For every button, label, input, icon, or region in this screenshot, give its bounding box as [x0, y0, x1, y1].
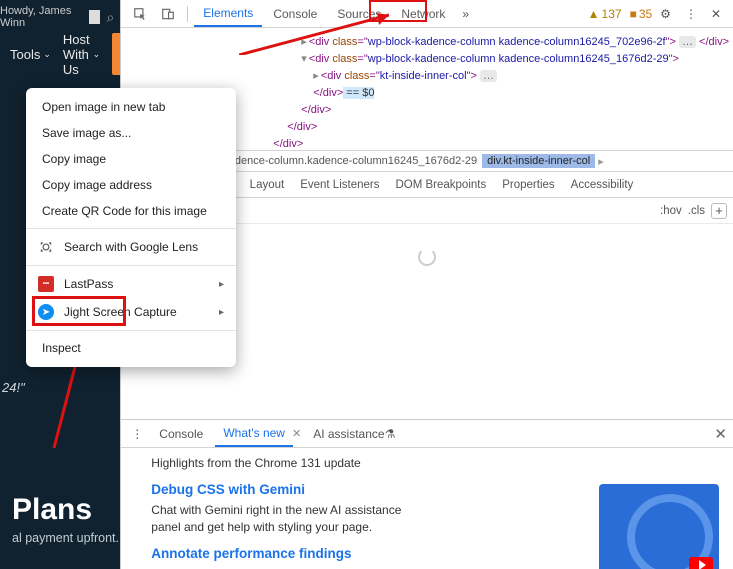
menu-separator — [26, 228, 236, 229]
drawer-body: Highlights from the Chrome 131 update De… — [121, 448, 733, 569]
quote-text: 24!" — [2, 380, 25, 395]
tab-network[interactable]: Network — [392, 0, 454, 27]
menu-google-lens[interactable]: Search with Google Lens — [26, 233, 236, 261]
flask-icon: ⚗ — [385, 427, 396, 441]
nav-tools[interactable]: Tools⌄ — [10, 47, 51, 62]
devtools-drawer: ⋮ Console What's new ✕ AI assistance ⚗ ✕… — [121, 419, 733, 569]
avatar-icon[interactable] — [89, 10, 101, 24]
close-drawer-icon[interactable]: ✕ — [714, 425, 727, 443]
ellipsis-icon[interactable]: … — [679, 36, 696, 48]
drawer-tab-ai-assistance[interactable]: AI assistance ⚗ — [305, 420, 403, 447]
howdy-text: Howdy, James Winn — [0, 5, 83, 29]
jight-icon: ➤ — [38, 304, 54, 320]
new-style-rule-button[interactable]: + — [711, 203, 727, 219]
device-toolbar-icon[interactable] — [155, 0, 181, 27]
menu-separator — [26, 330, 236, 331]
whats-new-p1: Chat with Gemini right in the new AI ass… — [151, 502, 411, 536]
divider — [187, 6, 188, 22]
subtab-layout[interactable]: Layout — [242, 172, 293, 197]
menu-lastpass[interactable]: ••• LastPass ▸ — [26, 270, 236, 298]
subtab-event-listeners[interactable]: Event Listeners — [292, 172, 387, 197]
expand-icon[interactable]: ▸ — [301, 36, 307, 48]
menu-save-image-as[interactable]: Save image as... — [26, 120, 236, 146]
nav-host-with-us[interactable]: Host With Us⌄ — [63, 32, 100, 77]
tab-console[interactable]: Console — [264, 0, 326, 27]
menu-copy-image-address[interactable]: Copy image address — [26, 172, 236, 198]
warnings-badge[interactable]: ▲ 137 — [588, 7, 622, 21]
ellipsis-icon[interactable]: … — [480, 70, 497, 82]
menu-create-qr[interactable]: Create QR Code for this image — [26, 198, 236, 224]
promo-thumbnail[interactable] — [599, 484, 719, 569]
tab-elements[interactable]: Elements — [194, 0, 262, 27]
plans-section: Plans al payment upfront. — [12, 493, 119, 545]
subtab-dom-breakpoints[interactable]: DOM Breakpoints — [387, 172, 494, 197]
subtab-accessibility[interactable]: Accessibility — [563, 172, 642, 197]
collapse-icon[interactable]: ▾ — [301, 53, 307, 65]
whats-new-highlight: Highlights from the Chrome 131 update — [151, 456, 703, 470]
drawer-tab-console[interactable]: Console — [151, 420, 211, 447]
cls-toggle[interactable]: .cls — [688, 205, 705, 217]
more-options-icon[interactable]: ⋮ — [679, 0, 703, 27]
context-menu: Open image in new tab Save image as... C… — [26, 88, 236, 367]
plans-heading: Plans — [12, 493, 119, 527]
menu-open-image-new-tab[interactable]: Open image in new tab — [26, 94, 236, 120]
lastpass-icon: ••• — [38, 276, 54, 292]
menu-inspect[interactable]: Inspect — [26, 335, 236, 361]
play-icon — [699, 560, 706, 569]
crumb-scroll-right[interactable]: ▸ — [595, 155, 607, 168]
settings-gear-icon[interactable]: ⚙ — [654, 0, 677, 27]
devtools-tab-bar: Elements Console Sources Network » ▲ 137… — [121, 0, 733, 28]
menu-jight-capture[interactable]: ➤ Jight Screen Capture ▸ — [26, 298, 236, 326]
issues-badge[interactable]: ■ 35 — [630, 7, 653, 21]
site-navbar: Tools⌄ Host With Us⌄ Client Area ⌕ — [0, 34, 120, 74]
expand-icon[interactable]: ▸ — [313, 70, 319, 82]
drawer-tab-whats-new[interactable]: What's new — [215, 420, 293, 447]
submenu-arrow-icon: ▸ — [219, 279, 224, 290]
plans-subtext: al payment upfront. — [12, 531, 119, 545]
drawer-menu-icon[interactable]: ⋮ — [127, 427, 147, 441]
inspect-element-icon[interactable] — [127, 0, 153, 27]
close-whats-new-icon[interactable]: ✕ — [292, 427, 301, 440]
more-tabs-icon[interactable]: » — [456, 0, 475, 27]
close-devtools-icon[interactable]: ✕ — [705, 0, 727, 27]
menu-copy-image[interactable]: Copy image — [26, 146, 236, 172]
subtab-properties[interactable]: Properties — [494, 172, 562, 197]
hov-toggle[interactable]: :hov — [660, 205, 682, 217]
submenu-arrow-icon: ▸ — [219, 307, 224, 318]
lens-icon — [38, 239, 54, 255]
webpage-area: Howdy, James Winn ⌕ Tools⌄ Host With Us⌄… — [0, 0, 120, 569]
loading-spinner-icon — [418, 248, 436, 266]
selected-marker: == $0 — [343, 87, 374, 99]
crumb-div2[interactable]: div.kt-inside-inner-col — [482, 154, 595, 168]
search-icon[interactable]: ⌕ — [106, 9, 114, 26]
admin-bar: Howdy, James Winn ⌕ — [0, 5, 114, 29]
drawer-tab-bar: ⋮ Console What's new ✕ AI assistance ⚗ ✕ — [121, 420, 733, 448]
tab-sources[interactable]: Sources — [328, 0, 390, 27]
menu-separator — [26, 265, 236, 266]
